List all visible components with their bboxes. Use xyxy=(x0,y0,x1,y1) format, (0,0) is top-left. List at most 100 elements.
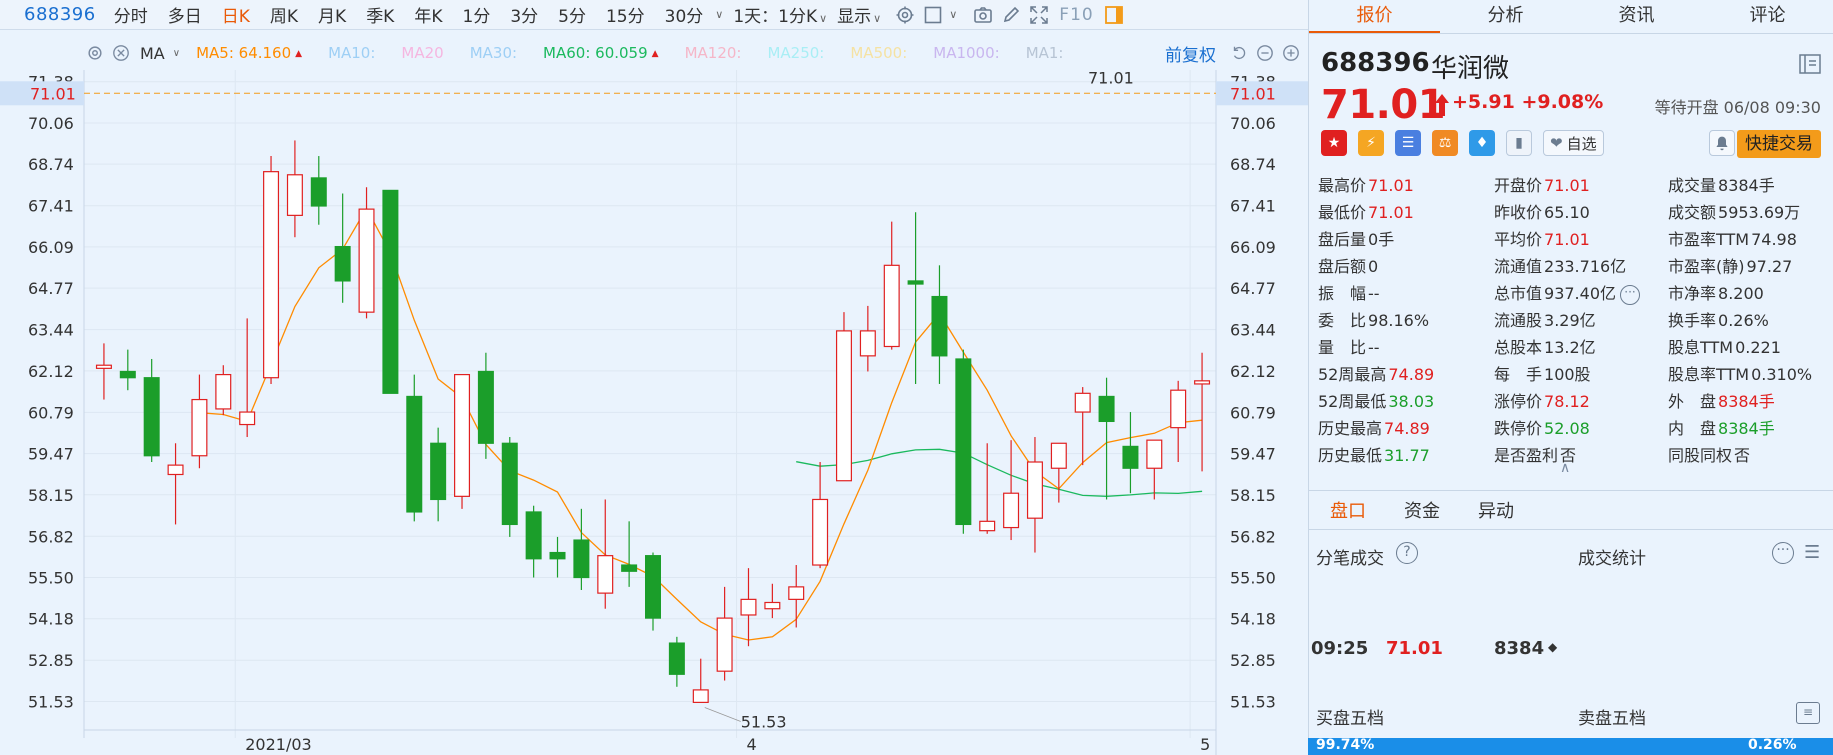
price-change: +5.91 +9.08% xyxy=(1452,91,1604,113)
alert-bell-icon[interactable] xyxy=(1709,130,1735,156)
book-expand-icon[interactable]: ≡ xyxy=(1796,702,1820,724)
ma60-legend: MA60: 60.059 ▲ xyxy=(543,44,659,62)
quote-label: 盘后额 xyxy=(1318,257,1367,276)
tab-fund-flow[interactable]: 资金 xyxy=(1404,497,1440,523)
candle-body xyxy=(143,377,160,457)
period-tab-5min[interactable]: 5分 xyxy=(548,2,596,27)
detail-panel-icon[interactable] xyxy=(1799,54,1821,74)
ma-close-icon[interactable] xyxy=(108,40,134,66)
period-tab-15min[interactable]: 15分 xyxy=(596,2,655,27)
candle-body xyxy=(883,264,900,348)
f10-button[interactable]: F10 xyxy=(1053,5,1099,25)
candle-body xyxy=(191,398,208,457)
more-periods-chevron-icon[interactable]: ∨ xyxy=(715,8,723,21)
period-tab-3min[interactable]: 3分 xyxy=(500,2,548,27)
quote-label: 流通值 xyxy=(1494,257,1543,276)
lightning-icon[interactable]: ⚡ xyxy=(1358,130,1384,156)
quote-cell: 流通值 233.716亿 xyxy=(1494,253,1626,277)
quote-value: 74.89 xyxy=(1384,419,1430,438)
candle-body xyxy=(358,208,375,313)
display-menu[interactable]: 显示 ∨ xyxy=(837,2,891,27)
zoom-out-icon[interactable] xyxy=(1252,40,1278,66)
period-tab-quarterly[interactable]: 季K xyxy=(356,2,404,27)
quote-label: 内 盘 xyxy=(1668,419,1717,438)
more-options-icon[interactable]: ··· xyxy=(1772,542,1794,564)
more-info-icon[interactable]: ··· xyxy=(1620,284,1641,305)
layout-square-icon[interactable] xyxy=(919,0,947,30)
camera-icon[interactable] xyxy=(969,0,997,30)
kline-chart[interactable]: 71.3871.3870.0670.0668.7468.7467.4167.41… xyxy=(0,59,1640,755)
database-icon[interactable]: ☰ xyxy=(1395,130,1421,156)
quote-label: 成交量 xyxy=(1668,176,1717,195)
reset-undo-icon[interactable] xyxy=(1226,40,1252,66)
tab-anomaly[interactable]: 异动 xyxy=(1478,497,1514,523)
quote-label: 市盈率(静) xyxy=(1668,257,1745,276)
tab-order-book[interactable]: 盘口 xyxy=(1330,497,1366,523)
quote-cell: 成交额 5953.69万 xyxy=(1668,199,1800,223)
bookmark-icon[interactable]: ▮ xyxy=(1506,130,1532,156)
period-tab-daily[interactable]: 日K xyxy=(212,2,260,27)
layout-chevron-icon[interactable]: ∨ xyxy=(949,8,957,21)
period-tab-30min[interactable]: 30分 xyxy=(655,2,714,27)
period-tab-multiday[interactable]: 多日 xyxy=(158,2,212,27)
period-tab-yearly[interactable]: 年K xyxy=(404,2,452,27)
candle-body xyxy=(1026,461,1043,519)
y-tick-label-right: 58.15 xyxy=(1230,486,1276,505)
tab-news[interactable]: 资讯 xyxy=(1571,0,1702,33)
quote-grid: 最高价 71.01 开盘价 71.01 成交量 8384手 最低价 71.01 昨收价 65.10… xyxy=(1308,172,1833,472)
quote-label: 平均价 xyxy=(1494,230,1543,249)
zoom-in-icon[interactable] xyxy=(1278,40,1304,66)
chevron-down-icon[interactable]: ∨ xyxy=(173,48,180,59)
market-status: 等待开盘 06/08 09:30 xyxy=(1654,98,1821,117)
tick-marker-icon: ◆ xyxy=(1548,640,1558,654)
ma5-legend: MA5: 64.160 ▲ xyxy=(196,44,303,62)
quote-cell: 外 盘 8384手 xyxy=(1668,388,1775,412)
y-tick-label-right: 68.74 xyxy=(1230,155,1276,174)
tab-analysis[interactable]: 分析 xyxy=(1440,0,1571,33)
y-tick-label: 66.09 xyxy=(28,238,74,257)
quote-cell: 每 手 100股 xyxy=(1494,361,1591,385)
ticks-title: 分笔成交 xyxy=(1316,549,1384,569)
y-tick-label: 51.53 xyxy=(28,692,74,711)
draw-pencil-icon[interactable] xyxy=(997,0,1025,30)
quote-value: 8384手 xyxy=(1718,176,1775,195)
fullscreen-icon[interactable] xyxy=(1025,0,1053,30)
add-watchlist-button[interactable]: ❤ 自选 xyxy=(1543,130,1604,156)
balance-scale-icon[interactable]: ⚖ xyxy=(1432,130,1458,156)
period-tab-1min[interactable]: 1分 xyxy=(453,2,501,27)
quote-cell: 内 盘 8384手 xyxy=(1668,415,1775,439)
y-tick-label: 67.41 xyxy=(28,197,74,216)
tab-comments[interactable]: 评论 xyxy=(1702,0,1833,33)
china-flag-icon[interactable]: ★ xyxy=(1321,130,1347,156)
side-panel-toggle-icon[interactable] xyxy=(1100,0,1128,30)
collapse-chevron-icon[interactable]: ∧ xyxy=(1560,460,1570,476)
quote-cell: 52周最低 38.03 xyxy=(1318,388,1434,412)
sell-levels-title: 卖盘五档 xyxy=(1578,709,1646,729)
settings-gear-icon[interactable] xyxy=(891,0,919,30)
quote-cell: 52周最高 74.89 xyxy=(1318,361,1434,385)
stock-code-select[interactable]: 688396 xyxy=(0,4,104,25)
period-tab-weekly[interactable]: 周K xyxy=(260,2,308,27)
plot-background xyxy=(84,70,1216,725)
ma-indicator-select[interactable]: MA xyxy=(140,44,165,63)
buy-sell-ratio-bar: 99.74% 0.26% xyxy=(1308,737,1833,755)
list-grid-icon[interactable]: ☰ xyxy=(1804,542,1820,563)
help-icon[interactable]: ? xyxy=(1396,542,1418,564)
period-tab-intraday[interactable]: 分时 xyxy=(104,2,158,27)
quote-cell: 量 比 -- xyxy=(1318,334,1380,358)
ma-settings-gear-icon[interactable] xyxy=(82,40,108,66)
tag-icon[interactable]: ♦ xyxy=(1469,130,1495,156)
quote-label: 外 盘 xyxy=(1668,392,1717,411)
tab-quote[interactable]: 报价 xyxy=(1309,0,1440,33)
period-tab-monthly[interactable]: 月K xyxy=(308,2,356,27)
candle-body xyxy=(597,555,614,594)
adjust-mode-select[interactable]: 前复权 xyxy=(1165,41,1216,66)
y-tick-label-right: 52.85 xyxy=(1230,651,1276,670)
kline-svg[interactable]: 71.3871.3870.0670.0668.7468.7467.4167.41… xyxy=(0,59,1640,755)
interval-select[interactable]: 1天：1分K ∨ xyxy=(723,2,837,27)
y-tick-label-right: 67.41 xyxy=(1230,197,1276,216)
y-tick-label-right: 66.09 xyxy=(1230,238,1276,257)
y-tick-label-right: 70.06 xyxy=(1230,114,1276,133)
quick-trade-button[interactable]: 快捷交易 xyxy=(1737,130,1821,158)
candle-body xyxy=(859,330,876,357)
